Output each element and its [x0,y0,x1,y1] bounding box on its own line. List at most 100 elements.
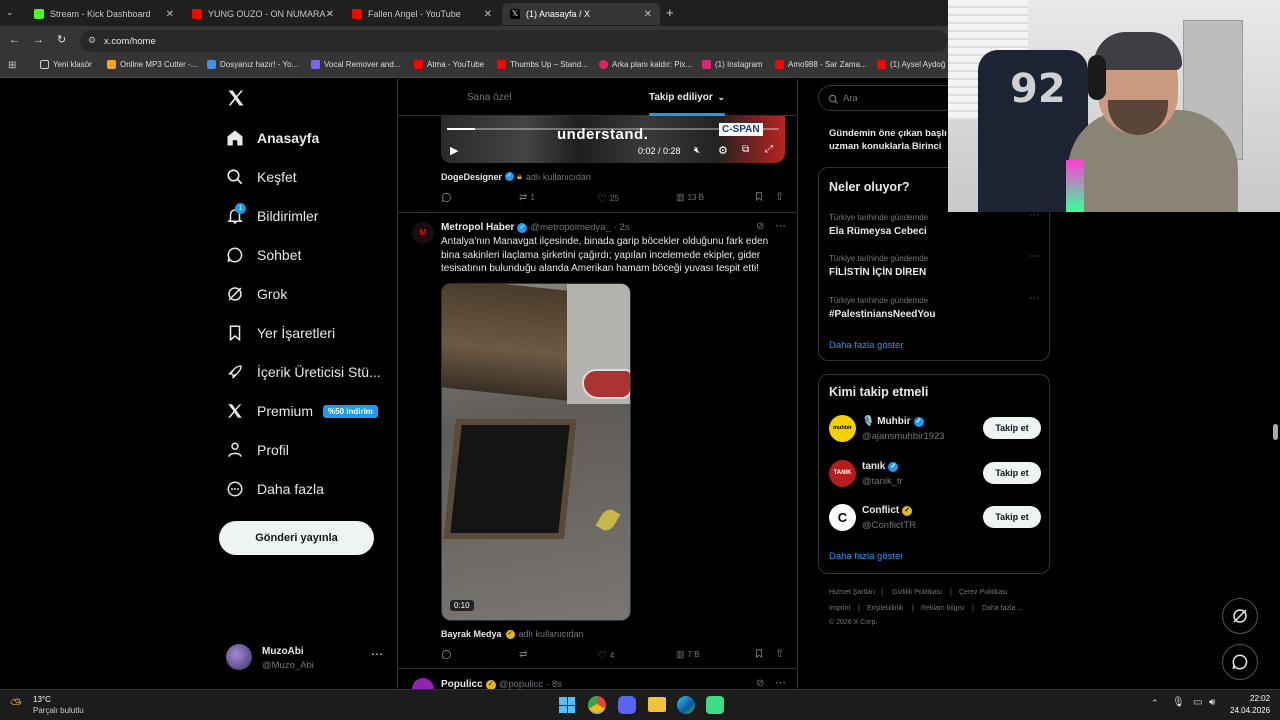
bookmark-item[interactable]: Dosyanız hazır! - Yo... [207,60,298,69]
browser-tab[interactable]: Fallen Angel - YouTube ✕ [344,3,500,25]
follow-show-more-link[interactable]: Daha fazla göster [829,551,903,562]
edge-taskbar-icon[interactable] [677,696,695,714]
bookmark-item[interactable]: Amo988 - Sar Zama... [775,60,867,69]
author-handle[interactable]: @metropolmedya_ [530,222,610,233]
trend-more-icon[interactable]: ⋯ [1029,251,1039,262]
browser-tab[interactable]: YUNG OUZO - ON NUMARA - ✕ [184,3,342,25]
weather-widget[interactable]: ⛅︎ 13°C Parçalı bulutlu [10,693,110,719]
bookmark-item[interactable]: Online MP3 Cutter -... [107,60,197,69]
sidebar-item-notifications[interactable]: 1 Bildirimler [226,203,318,228]
author-name[interactable]: Populicc [441,679,483,689]
bookmark-button[interactable] [754,648,768,659]
account-switcher[interactable]: MuzoAbi @Muzo_Abi ⋯ [226,643,386,673]
fullscreen-icon[interactable]: ⤢ [765,144,773,155]
tweet[interactable]: M Metropol Haber ✓ @metropolmedya_ · 2s … [398,213,797,668]
tab-for-you[interactable]: Sana özel [467,92,511,103]
display-icon[interactable]: ▭ [1193,697,1202,708]
reply-button[interactable] [441,192,456,203]
footer-link[interactable]: Çerez Politikası [959,589,1008,596]
trend-item[interactable]: Türkiye tarihinde gündemde FİLİSTİN İÇİN… [829,251,1044,284]
tweet-video[interactable]: understand. C-SPAN ▶ 0:02 / 0:28 🔇︎ ⚙ ⧉ … [441,116,785,163]
sidebar-item-profile[interactable]: Profil [226,438,289,462]
forward-icon[interactable]: → [33,34,44,46]
sidebar-item-grok[interactable]: Grok [226,282,287,306]
repost-author[interactable]: DogeDesigner [441,172,502,182]
sidebar-item-chat[interactable]: Sohbet [226,243,301,267]
clock-time[interactable]: 22:02 [1250,694,1270,703]
trends-show-more-link[interactable]: Daha fazla göster [829,340,903,351]
mute-icon[interactable]: 🔇︎ [694,145,700,156]
browser-tab[interactable]: Stream - Kick Dashboard ✕ [26,3,182,25]
apps-grid-icon[interactable]: ⊞ [8,60,16,71]
avatar[interactable] [412,678,434,689]
repost-author[interactable]: Bayrak Medya [441,629,502,639]
tab-list-button[interactable]: ⌄ [6,7,20,19]
post-button[interactable]: Gönderi yayınla [219,521,374,555]
chrome-taskbar-icon[interactable] [588,696,606,714]
trend-item[interactable]: Türkiye tarihinde gündemde #Palestinians… [829,293,1044,326]
bookmark-item[interactable]: Yeni klasör [40,60,92,69]
clock-date[interactable]: 24.04.2026 [1230,706,1270,715]
close-tab-icon[interactable]: ✕ [166,9,174,20]
views-button[interactable]: ▥ 13 B [676,192,704,203]
close-tab-icon[interactable]: ✕ [484,9,492,20]
file-explorer-taskbar-icon[interactable] [648,697,666,712]
app-taskbar-icon[interactable] [706,696,724,714]
share-button[interactable]: ⇧ [775,647,784,660]
like-button[interactable]: ♡ 25 [597,192,619,205]
discord-taskbar-icon[interactable] [618,696,636,714]
repost-button[interactable]: ⇄ [519,649,527,660]
follow-suggestion[interactable]: TANIK tanık ✓ @tanik_tr Takip et [829,460,1044,490]
messages-floating-button[interactable] [1222,644,1258,680]
follow-suggestion[interactable]: muhbir 🎙️ Muhbir ✓ @ajansmuhbir1923 Taki… [829,415,1044,445]
grok-icon[interactable]: ⊘ [756,221,764,232]
tweet-time[interactable]: · 8s [546,679,562,689]
tweet-more-icon[interactable]: ⋯ [775,219,786,232]
bookmark-item[interactable]: Thumbs Up – Stand... [497,60,588,69]
reply-button[interactable] [441,649,456,660]
footer-link[interactable]: Imprint [829,605,850,612]
sidebar-item-creator-studio[interactable]: İçerik Üreticisi Stü... [226,360,381,384]
pip-icon[interactable]: ⧉ [742,144,749,155]
tray-chevron-up-icon[interactable]: ⌃ [1151,698,1159,709]
views-button[interactable]: ▥ 7 B [676,649,700,660]
footer-link[interactable]: Hizmet Şartları [829,589,875,596]
sidebar-item-bookmarks[interactable]: Yer İşaretleri [226,321,335,345]
tweet-time[interactable]: · 2s [614,222,630,233]
tab-following[interactable]: Takip ediliyor ⌄ [649,92,725,103]
bookmark-item[interactable]: Arka planı kaldır: Pix... [599,60,692,69]
tweet[interactable]: Populicc ✓ @populicc · 8s ⊘ ⋯ [398,669,797,689]
sidebar-item-more[interactable]: Daha fazla [226,477,324,501]
author-handle[interactable]: @populicc [499,679,544,689]
sidebar-item-explore[interactable]: Keşfet [226,165,297,189]
page-scrollbar-thumb[interactable] [1273,424,1278,440]
bookmark-item[interactable]: Atma - YouTube [414,60,484,69]
volume-icon[interactable]: 🔊︎ [1209,697,1215,708]
site-info-icon[interactable]: ⚙ [88,35,96,46]
trend-more-icon[interactable]: ⋯ [1029,293,1039,304]
follow-suggestion[interactable]: C Conflict ✓ @ConflictTR Takip et [829,504,1044,534]
url-field[interactable]: ⚙ x.com/home [80,30,948,52]
sidebar-item-premium[interactable]: Premium %50 indirim [226,399,378,423]
repost-button[interactable]: ⇄ 1 [519,192,535,203]
footer-link[interactable]: Gizlilik Politikası [892,589,942,596]
tweet-video[interactable]: 0:10 [441,283,631,621]
trend-item[interactable]: Türkiye tarihinde gündemde Ela Rümeysa C… [829,210,1044,243]
share-button[interactable]: ⇧ [775,190,784,203]
follow-button[interactable]: Takip et [983,506,1041,528]
bookmark-item[interactable]: Vocal Remover and... [311,60,400,69]
footer-link[interactable]: Erişilebilirlik [867,605,904,612]
close-tab-icon[interactable]: ✕ [644,9,652,20]
sidebar-item-home[interactable]: Anasayfa [226,126,319,150]
bookmark-item[interactable]: (1) Instagram [702,60,763,69]
grok-icon[interactable]: ⊘ [756,678,764,689]
microphone-icon[interactable]: 🎙︎ [1172,697,1185,708]
account-more-icon[interactable]: ⋯ [371,647,383,661]
avatar[interactable]: M [412,222,434,244]
bookmark-item[interactable]: (1) Aysel Aydoğ [877,60,945,69]
like-button[interactable]: ♡ 4 [597,649,614,662]
play-icon[interactable]: ▶ [450,144,458,157]
start-button[interactable] [559,697,575,713]
close-tab-icon[interactable]: ✕ [326,9,334,20]
author-name[interactable]: Metropol Haber [441,222,514,233]
